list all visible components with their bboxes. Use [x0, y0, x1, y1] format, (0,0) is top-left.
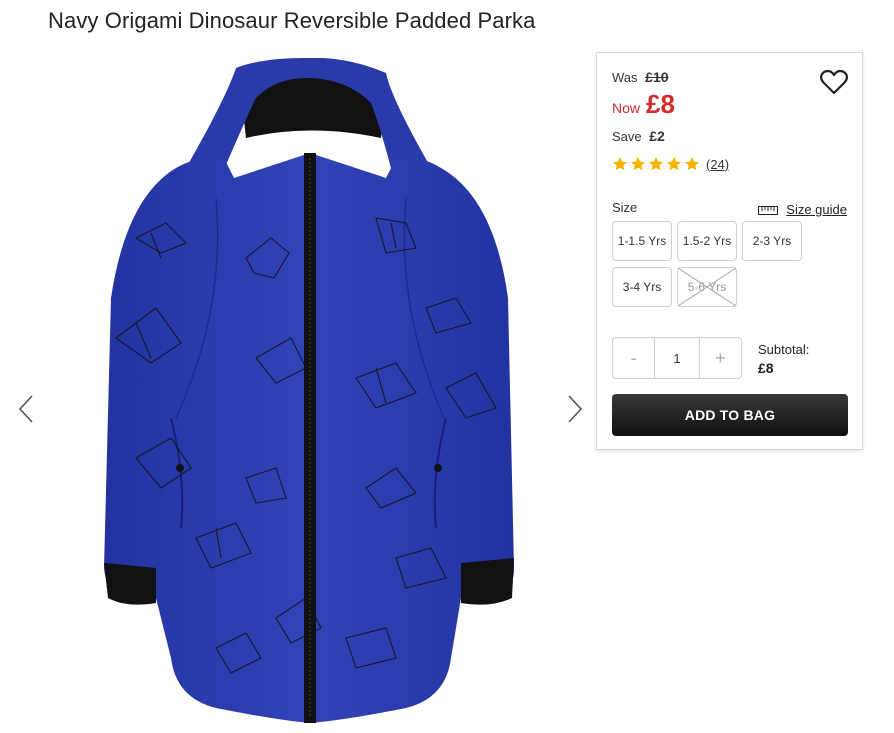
now-label: Now [612, 100, 641, 116]
was-price: £10 [645, 69, 669, 85]
review-count-link[interactable]: (24) [706, 157, 729, 172]
save-row: Save £2 [612, 128, 665, 144]
save-amount: £2 [649, 128, 665, 144]
product-image [104, 58, 514, 723]
add-to-bag-button[interactable]: ADD TO BAG [612, 394, 848, 436]
star-icon [667, 157, 681, 171]
size-option[interactable]: 2-3 Yrs [742, 221, 802, 261]
purchase-panel: Was £10 Now £8 Save £2 (24) Size Size gu… [596, 52, 863, 450]
ruler-icon [758, 205, 779, 215]
product-gallery [0, 50, 596, 733]
size-label: Size [612, 200, 638, 215]
product-title: Navy Origami Dinosaur Reversible Padded … [48, 8, 536, 33]
star-icon [649, 157, 663, 171]
size-guide-label: Size guide [786, 202, 847, 217]
now-price: £8 [646, 89, 675, 119]
quantity-decrease-button[interactable]: - [613, 338, 654, 378]
size-option[interactable]: 1-1.5 Yrs [612, 221, 672, 261]
heart-icon[interactable] [819, 69, 849, 95]
chevron-left-icon[interactable] [14, 392, 38, 426]
subtotal-label: Subtotal: [758, 342, 810, 357]
was-price-row: Was £10 [612, 69, 669, 85]
size-guide-link[interactable]: Size guide [758, 202, 847, 217]
was-label: Was [612, 70, 638, 85]
size-option[interactable]: 1.5-2 Yrs [677, 221, 737, 261]
chevron-right-icon[interactable] [563, 392, 587, 426]
subtotal-amount: £8 [758, 360, 774, 376]
unavailable-cross-icon [678, 268, 736, 306]
save-label: Save [612, 129, 642, 144]
quantity-input[interactable]: 1 [654, 338, 700, 378]
rating: (24) [612, 156, 729, 172]
star-icon [685, 157, 699, 171]
size-option-unavailable[interactable]: 5-6 Yrs [677, 267, 737, 307]
size-option[interactable]: 3-4 Yrs [612, 267, 672, 307]
star-icon [631, 157, 645, 171]
subtotal: Subtotal: £8 [758, 341, 809, 377]
star-icon [613, 157, 627, 171]
quantity-stepper: - 1 + [612, 337, 742, 379]
quantity-increase-button[interactable]: + [700, 338, 741, 378]
now-price-row: Now £8 [612, 89, 675, 120]
